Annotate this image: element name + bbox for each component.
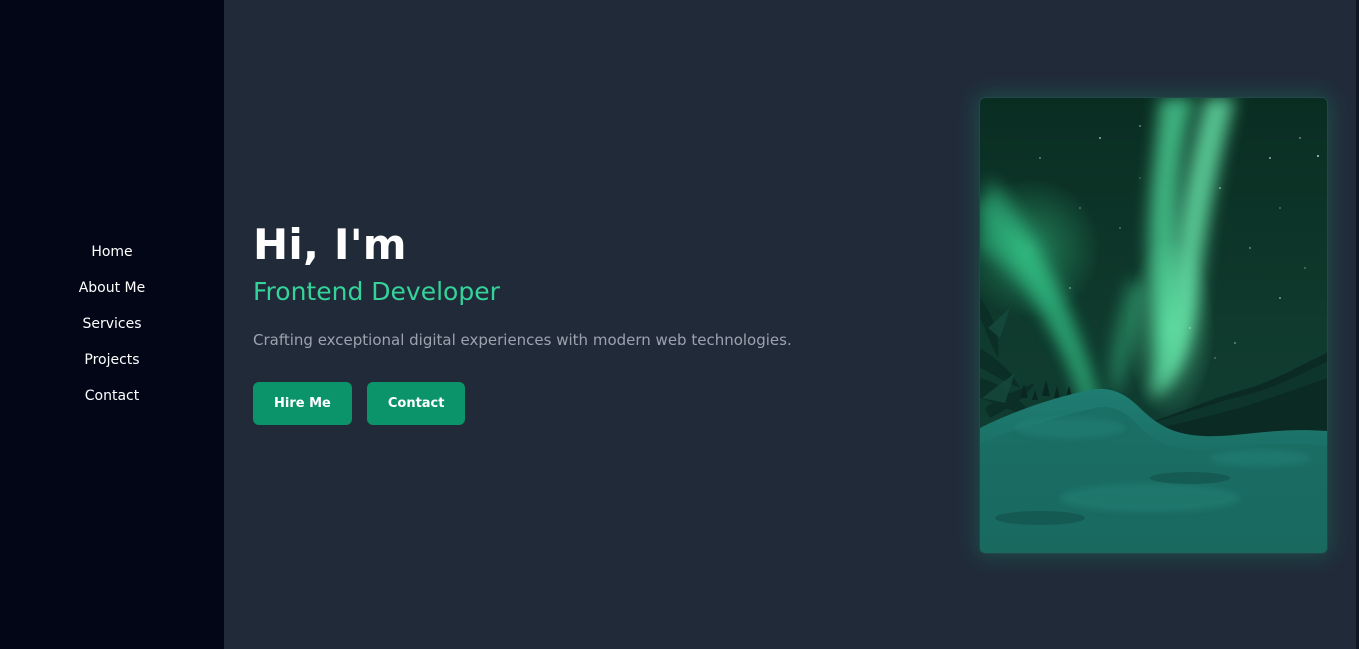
sidebar-item-home[interactable]: Home — [91, 242, 132, 262]
contact-button[interactable]: Contact — [366, 382, 466, 425]
hire-me-button[interactable]: Hire Me — [253, 382, 352, 425]
main-content: Hi, I'm Frontend Developer Crafting exce… — [224, 0, 1359, 649]
hero-actions: Hire Me Contact — [253, 382, 792, 425]
app-root: Home About Me Services Projects Contact … — [0, 0, 1359, 649]
hero-role: Frontend Developer — [253, 277, 500, 306]
hero-description: Crafting exceptional digital experiences… — [253, 331, 792, 349]
sidebar-nav: Home About Me Services Projects Contact — [79, 242, 146, 406]
sidebar-item-projects[interactable]: Projects — [84, 350, 139, 370]
hero-title: Hi, I'm — [253, 220, 407, 269]
sidebar: Home About Me Services Projects Contact — [0, 0, 224, 649]
sidebar-item-services[interactable]: Services — [82, 314, 141, 334]
sidebar-item-contact[interactable]: Contact — [85, 386, 139, 406]
hero-section: Hi, I'm Frontend Developer Crafting exce… — [253, 218, 792, 425]
aurora-landscape-illustration — [980, 98, 1327, 553]
sidebar-item-about-me[interactable]: About Me — [79, 278, 146, 298]
hero-image — [979, 97, 1328, 554]
